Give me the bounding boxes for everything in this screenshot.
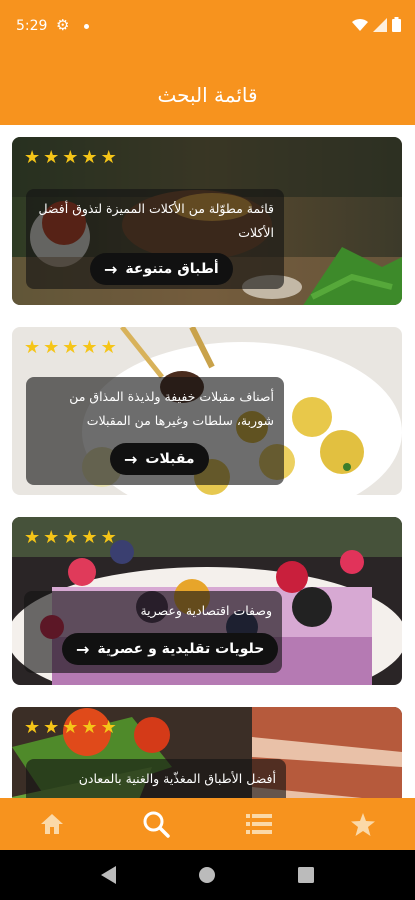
home-circle-icon[interactable] (198, 866, 216, 884)
status-time: 5:29 (16, 18, 48, 34)
button-label: حلويات تقليدية و عصرية (97, 641, 265, 657)
rating-stars: ★ ★ ★ ★ ★ (24, 529, 117, 547)
nav-search[interactable] (104, 798, 208, 850)
recents-icon[interactable] (298, 867, 315, 883)
star-icon: ★ (62, 527, 79, 548)
nav-home[interactable] (0, 798, 104, 850)
star-icon: ★ (100, 147, 117, 168)
card-description: قائمة مطوّلة من الأكلات المميزة لتذوق أف… (38, 201, 274, 240)
home-icon (40, 814, 63, 834)
star-icon: ★ (81, 527, 98, 548)
category-button-appetizers[interactable]: مقبلات → (110, 443, 209, 475)
star-icon: ★ (43, 337, 60, 358)
search-icon (143, 811, 170, 838)
star-icon: ★ (81, 147, 98, 168)
star-icon: ★ (43, 527, 60, 548)
button-label: أطباق متنوعة (125, 261, 219, 277)
app-bar: قائمة البحث (0, 55, 415, 125)
nav-favorites[interactable] (311, 798, 415, 850)
star-icon: ★ (43, 147, 60, 168)
category-list[interactable]: ★ ★ ★ ★ ★ قائمة مطوّلة من الأكلات المميز… (0, 125, 415, 798)
category-button-desserts[interactable]: حلويات تقليدية و عصرية → (62, 633, 279, 665)
arrow-right-icon: → (124, 449, 138, 469)
wifi-icon (352, 18, 368, 31)
arrow-right-icon: → (76, 639, 90, 659)
nav-list[interactable] (208, 798, 312, 850)
star-icon: ★ (81, 337, 98, 358)
rating-stars: ★ ★ ★ ★ ★ (24, 719, 117, 737)
rating-stars: ★ ★ ★ ★ ★ (24, 339, 117, 357)
card-caption: أفضل الأطباق المغذّية والغنية بالمعادن (26, 759, 286, 798)
settings-gear-icon: ⚙ (56, 16, 70, 34)
list-icon (246, 814, 273, 834)
notification-dot-icon (84, 24, 89, 29)
star-icon: ★ (62, 147, 79, 168)
star-icon: ★ (81, 717, 98, 738)
system-navigation-bar (0, 850, 415, 900)
arrow-right-icon: → (104, 259, 118, 279)
star-icon: ★ (100, 527, 117, 548)
card-description: أصناف مقبلات خفيفة ولذيذة المذاق من شورب… (69, 389, 274, 428)
back-icon[interactable] (100, 866, 117, 884)
star-icon: ★ (24, 527, 41, 548)
category-card-desserts[interactable]: ★ ★ ★ ★ ★ وصفات اقتصادية وعصرية حلويات ت… (12, 517, 402, 685)
category-card-healthy[interactable]: ★ ★ ★ ★ ★ أفضل الأطباق المغذّية والغنية … (12, 707, 402, 798)
star-icon: ★ (24, 717, 41, 738)
status-icons (352, 17, 401, 32)
star-icon: ★ (100, 337, 117, 358)
signal-icon (373, 17, 387, 32)
category-button-mixed-dishes[interactable]: أطباق متنوعة → (90, 253, 233, 285)
bottom-navigation (0, 798, 415, 850)
category-card-mixed-dishes[interactable]: ★ ★ ★ ★ ★ قائمة مطوّلة من الأكلات المميز… (12, 137, 402, 305)
star-icon: ★ (100, 717, 117, 738)
battery-icon (392, 17, 401, 32)
star-icon (351, 812, 376, 836)
page-title: قائمة البحث (157, 83, 258, 107)
star-icon: ★ (43, 717, 60, 738)
rating-stars: ★ ★ ★ ★ ★ (24, 149, 117, 167)
star-icon: ★ (62, 717, 79, 738)
category-card-appetizers[interactable]: ★ ★ ★ ★ ★ أصناف مقبلات خفيفة ولذيذة المذ… (12, 327, 402, 495)
status-bar: 5:29 ⚙ (0, 0, 415, 55)
star-icon: ★ (24, 337, 41, 358)
button-label: مقبلات (145, 451, 195, 467)
star-icon: ★ (24, 147, 41, 168)
card-description: أفضل الأطباق المغذّية والغنية بالمعادن (78, 771, 276, 786)
card-description: وصفات اقتصادية وعصرية (140, 603, 272, 618)
star-icon: ★ (62, 337, 79, 358)
